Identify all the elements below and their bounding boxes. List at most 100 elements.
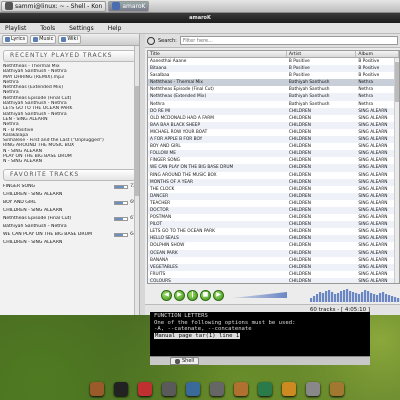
favorite-track[interactable]: CHILDREN - SING ALEARN (3, 191, 136, 199)
track-title: COLOURS (150, 278, 171, 284)
table-row[interactable]: BANANA CHILDREN SING ALEARN (148, 257, 399, 264)
wiki-button[interactable]: Wiki (58, 35, 81, 44)
table-row[interactable]: Bitaana B Positive B Positive (148, 65, 399, 73)
menu-settings[interactable]: Settings (69, 25, 94, 32)
track-title: DO RE MI (150, 108, 171, 114)
column-title[interactable]: Title (148, 51, 287, 57)
favorite-track[interactable]: BOY AND GIRL69 (3, 199, 136, 207)
table-row[interactable]: TEACHER CHILDREN SING ALEARN (148, 200, 399, 207)
track-title: MICHAEL ROW YOUR BOAT (150, 129, 208, 135)
table-row[interactable]: Aanesthai Aaane B Positive B Positive (148, 58, 399, 65)
lyrics-button[interactable]: Lyrics (2, 35, 29, 44)
settings-icon[interactable] (162, 381, 176, 396)
home-icon[interactable] (90, 381, 104, 396)
help-icon[interactable] (282, 381, 296, 396)
display-icon[interactable] (330, 381, 344, 396)
analyzer-bar (385, 294, 388, 302)
taskbar-shell[interactable]: sammi@linux: ~ - Shell - Kon (1, 0, 107, 12)
table-row[interactable]: FRUITS CHILDREN SING ALEARN (148, 271, 399, 278)
table-row[interactable]: THE CLOCK CHILDREN SING ALEARN (148, 186, 399, 193)
play-button[interactable]: ▶ (174, 289, 185, 301)
terminal-tab-shell[interactable]: Shell (170, 357, 200, 365)
track-artist: CHILDREN (288, 115, 311, 121)
analyzer-bar (340, 291, 343, 302)
music-button[interactable]: Music (30, 35, 57, 44)
track-album: SING ALEARN (358, 229, 388, 235)
table-row[interactable]: MONTHS OF A YEAR CHILDREN SING ALEARN (148, 178, 399, 186)
media-icon[interactable] (138, 381, 152, 396)
table-row[interactable]: WE CAN PLAY ON THE BIG BASE DRUM CHILDREN… (148, 164, 399, 172)
menu-help[interactable]: Help (108, 25, 122, 32)
table-row[interactable]: Neththeas (Extended Mix) Bathiyah Santhus… (148, 93, 399, 101)
analyzer-bar (319, 292, 322, 302)
favorite-track[interactable]: Neththeas Episode (Final Cut)67 (3, 215, 136, 223)
previous-button[interactable]: ◀ (161, 289, 172, 301)
favorite-track[interactable]: WE CAN PLAY ON THE BIG BASE DRUM64 (3, 231, 136, 239)
table-row[interactable]: MICHAEL ROW YOUR BOAT CHILDREN SING ALEARN (148, 129, 399, 136)
desktop-icon[interactable] (306, 381, 320, 396)
track-album: SING ALEARN (358, 236, 388, 242)
menu-tools[interactable]: Tools (40, 25, 55, 32)
track-title: RING AROUND THE MUSIC BOX (150, 172, 217, 178)
table-row[interactable]: DO RE MI CHILDREN SING ALEARN (148, 107, 399, 115)
favorite-list: FINGER SONG72CHILDREN - SING ALEARNBOY A… (3, 183, 136, 247)
track-title: A FOR APPLE B FOR BOY (150, 137, 203, 143)
recent-track[interactable]: N - SING ALEARN (3, 159, 136, 164)
track-title: Nethra (150, 101, 165, 107)
table-row[interactable]: FINGER SONG CHILDREN SING ALEARN (148, 157, 399, 164)
score-bar (114, 232, 128, 237)
next-button[interactable]: ▶ (213, 289, 224, 301)
browser-icon[interactable] (234, 381, 248, 396)
table-row[interactable]: DOCTOR CHILDREN SING ALEARN (148, 206, 399, 215)
menu-playlist[interactable]: Playlist (5, 25, 26, 32)
track-title: Aanesthai Aaane (150, 59, 187, 64)
search-input[interactable] (179, 36, 398, 45)
taskbar-amarok[interactable]: amaroK (108, 0, 150, 12)
table-row[interactable]: Sasalbaa B Positive B Positive (148, 72, 399, 79)
volume-slider[interactable] (232, 292, 287, 298)
track-album: SING ALEARN (358, 122, 388, 128)
analyzer-bar (391, 296, 394, 302)
track-album: SING ALEARN (358, 165, 388, 171)
playlist-scrollbar[interactable] (394, 58, 399, 283)
table-row[interactable]: OCEAN PARK CHILDREN SING ALEARN (148, 249, 399, 257)
table-row[interactable]: VEGETABLES CHILDREN SING ALEARN (148, 263, 399, 271)
column-album[interactable]: Album (356, 51, 399, 57)
table-row[interactable]: BOY AND GIRL CHILDREN SING ALEARN (148, 143, 399, 150)
table-row[interactable]: OLD MCDONALD HAD A FARM CHILDREN SING ALEA… (148, 115, 399, 122)
table-row[interactable]: FOLLOW ME CHILDREN SING ALEARN (148, 150, 399, 158)
terminal-icon[interactable] (114, 381, 128, 396)
table-row[interactable]: RING AROUND THE MUSIC BOX CHILDREN SING AL… (148, 172, 399, 179)
table-row[interactable]: Neththeas Episode (Final Cut) Bathiyah Sa… (148, 86, 399, 93)
table-row[interactable]: COLOURS CHILDREN SING ALEARN (148, 277, 399, 284)
context-scrollbar[interactable] (134, 46, 139, 315)
package-icon[interactable] (210, 381, 224, 396)
window-title[interactable]: amaroK (0, 13, 400, 23)
system-icon[interactable] (186, 381, 200, 396)
table-row[interactable]: Neththeas - Thermal Mix Bathiyah Santhush… (148, 79, 399, 87)
table-row[interactable]: PILOT CHILDREN SING ALEARN (148, 221, 399, 229)
table-row[interactable]: BAA BAA BLACK SHEEP CHILDREN SING ALEARN (148, 121, 399, 129)
favorite-track[interactable]: FINGER SONG72 (3, 183, 136, 191)
pause-button[interactable]: ❙ (187, 289, 198, 301)
table-row[interactable]: DANCER CHILDREN SING ALEARN (148, 192, 399, 200)
table-row[interactable]: Nethra Bathiyah Santhush Nethra (148, 101, 399, 108)
track-title: OCEAN PARK (150, 250, 178, 256)
favorite-track[interactable]: CHILDREN - SING ALEARN (3, 207, 136, 215)
table-row[interactable]: LETS GO TO THE OCEAN PARK CHILDREN SING AL… (148, 228, 399, 235)
network-icon[interactable] (258, 381, 272, 396)
terminal[interactable]: FUNCTION LETTERS One of the following op… (150, 312, 370, 356)
table-row[interactable]: POSTMAN CHILDREN SING ALEARN (148, 214, 399, 221)
track-album: SING ALEARN (358, 207, 388, 213)
recent-heading: RECENTLY PLAYED TRACKS (3, 50, 136, 62)
table-row[interactable]: A FOR APPLE B FOR BOY CHILDREN SING ALEARN (148, 136, 399, 144)
analyzer-bar (322, 293, 325, 302)
stop-button[interactable]: ■ (200, 289, 211, 301)
table-row[interactable]: DOLPHIN SHOW CHILDREN SING ALEARN (148, 242, 399, 249)
track-artist: CHILDREN (288, 144, 311, 150)
favorite-track[interactable]: Bathiyah Santhush - Nethra (3, 223, 136, 231)
favorite-track-label: WE CAN PLAY ON THE BIG BASE DRUM (3, 232, 92, 238)
favorite-track[interactable]: CHILDREN - SING ALEARN (3, 239, 136, 247)
column-artist[interactable]: Artist (287, 51, 357, 57)
table-row[interactable]: HELLO SEALS CHILDREN SING ALEARN (148, 235, 399, 243)
